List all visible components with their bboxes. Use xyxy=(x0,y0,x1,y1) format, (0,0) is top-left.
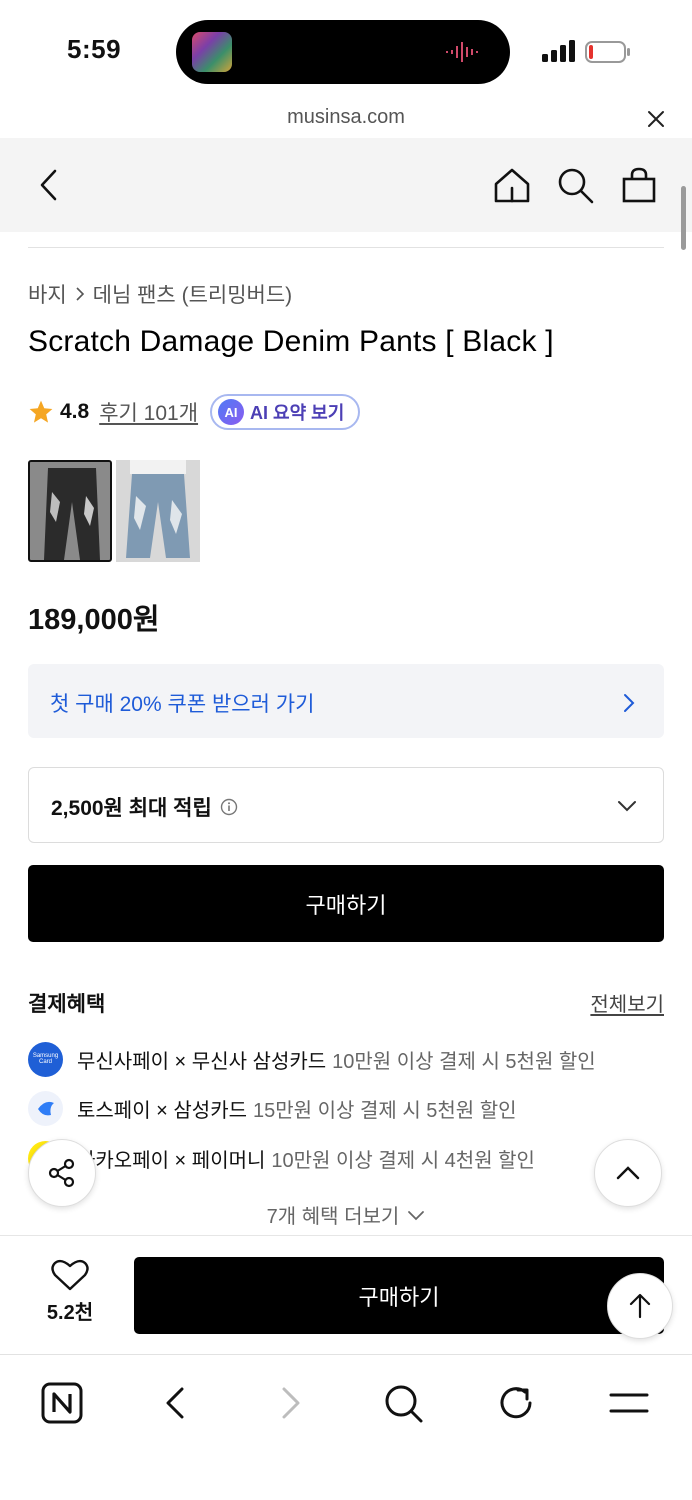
menu-icon[interactable] xyxy=(607,1381,651,1425)
wishlist-button[interactable]: 5.2천 xyxy=(28,1258,112,1334)
payment-benefits-title: 결제혜택 xyxy=(28,993,106,1016)
chevron-right-icon xyxy=(624,694,635,712)
payment-benefits-header: 결제혜택 전체보기 xyxy=(28,988,664,1018)
naver-n-icon[interactable] xyxy=(40,1381,84,1425)
benefit-partner: 카카오페이 × 페이머니 xyxy=(77,1149,266,1172)
star-icon xyxy=(29,400,53,423)
breadcrumb-item-pants[interactable]: 바지 xyxy=(28,279,67,309)
rating-value: 4.8 xyxy=(60,400,90,423)
now-playing-artwork xyxy=(192,32,232,72)
chevron-right-icon xyxy=(76,287,84,301)
dynamic-island[interactable] xyxy=(176,20,510,84)
site-header xyxy=(0,138,692,232)
divider xyxy=(28,247,664,248)
forward-arrow-icon[interactable] xyxy=(268,1381,312,1425)
chevron-down-icon xyxy=(618,801,636,812)
benefit-item: Samsung Card 무신사페이 × 무신사 삼성카드 10만원 이상 결제… xyxy=(28,1041,596,1077)
url-text[interactable]: musinsa.com xyxy=(0,106,692,129)
ai-summary-button[interactable]: AI AI 요약 보기 xyxy=(210,394,361,430)
view-all-link[interactable]: 전체보기 xyxy=(590,988,664,1017)
jeans-photo-blue xyxy=(116,460,200,562)
breadcrumb: 바지 데님 팬츠 (트리밍버드) xyxy=(28,279,292,309)
wishlist-count: 5.2천 xyxy=(46,1302,94,1324)
benefit-item: 토스페이 × 삼성카드 15만원 이상 결제 시 5천원 할인 xyxy=(28,1090,517,1126)
refresh-icon[interactable] xyxy=(494,1381,538,1425)
scroll-up-button[interactable] xyxy=(594,1139,662,1207)
scrollbar[interactable] xyxy=(681,186,686,250)
ai-summary-label: AI 요약 보기 xyxy=(250,403,345,423)
heart-icon xyxy=(51,1259,89,1291)
status-bar: 5:59 xyxy=(0,0,692,100)
share-button[interactable] xyxy=(28,1139,96,1207)
back-arrow-icon[interactable] xyxy=(154,1381,198,1425)
search-icon[interactable] xyxy=(555,165,595,205)
benefit-item: 카카오페이 × 페이머니 10만원 이상 결제 시 4천원 할인 xyxy=(28,1140,535,1176)
points-label: 2,500원 최대 적립 xyxy=(51,797,212,820)
shopping-bag-icon[interactable] xyxy=(619,165,659,205)
bottom-buy-button[interactable]: 구매하기 xyxy=(134,1257,664,1334)
rating-row: 4.8 후기 101개 AI AI 요약 보기 xyxy=(28,394,361,430)
jeans-photo-black xyxy=(30,462,110,560)
more-benefits-label: 7개 혜택 더보기 xyxy=(266,1206,400,1228)
benefit-detail: 10만원 이상 결제 시 4천원 할인 xyxy=(271,1149,535,1172)
first-purchase-coupon-banner[interactable]: 첫 구매 20% 쿠폰 받으러 가기 xyxy=(28,664,664,738)
breadcrumb-item-denim[interactable]: 데님 팬츠 (트리밍버드) xyxy=(93,279,293,309)
cellular-signal-icon xyxy=(542,40,575,62)
review-count-link[interactable]: 후기 101개 xyxy=(99,397,198,427)
coupon-label: 첫 구매 20% 쿠폰 받으러 가기 xyxy=(50,693,315,716)
audio-waveform-icon xyxy=(446,42,478,62)
benefit-partner: 무신사페이 × 무신사 삼성카드 xyxy=(77,1050,327,1073)
browser-toolbar xyxy=(0,1354,692,1500)
toss-pay-icon xyxy=(28,1090,63,1126)
points-dropdown[interactable]: 2,500원 최대 적립 xyxy=(28,767,664,843)
ai-badge-icon: AI xyxy=(218,399,245,425)
more-benefits-toggle[interactable]: 7개 혜택 더보기 xyxy=(0,1200,692,1229)
buy-button[interactable]: 구매하기 xyxy=(28,865,664,942)
chevron-left-icon[interactable] xyxy=(30,165,70,205)
benefit-detail: 10만원 이상 결제 시 5천원 할인 xyxy=(332,1050,596,1073)
home-icon[interactable] xyxy=(492,165,532,205)
benefit-partner: 토스페이 × 삼성카드 xyxy=(77,1099,247,1122)
status-time: 5:59 xyxy=(67,34,122,64)
info-icon[interactable] xyxy=(220,798,238,816)
benefit-detail: 15만원 이상 결제 시 5천원 할인 xyxy=(253,1099,517,1122)
product-price: 189,000원 xyxy=(28,604,160,636)
close-icon[interactable] xyxy=(645,108,667,130)
scroll-to-top-button[interactable] xyxy=(607,1273,673,1339)
chevron-up-icon xyxy=(616,1166,640,1180)
thumbnail-blue-jeans[interactable] xyxy=(116,460,200,562)
search-icon[interactable] xyxy=(381,1381,425,1425)
divider xyxy=(0,1235,692,1236)
arrow-up-icon xyxy=(629,1293,651,1319)
battery-low-icon xyxy=(585,41,630,63)
thumbnail-black-jeans[interactable] xyxy=(28,460,112,562)
samsung-card-icon: Samsung Card xyxy=(28,1041,63,1077)
share-icon xyxy=(48,1158,75,1188)
product-thumbnails xyxy=(28,460,200,562)
product-title: Scratch Damage Denim Pants [ Black ] xyxy=(28,325,554,358)
chevron-down-icon xyxy=(408,1210,425,1220)
browser-url-bar[interactable]: musinsa.com xyxy=(0,100,692,138)
points-label-row: 2,500원 최대 적립 xyxy=(51,792,238,822)
